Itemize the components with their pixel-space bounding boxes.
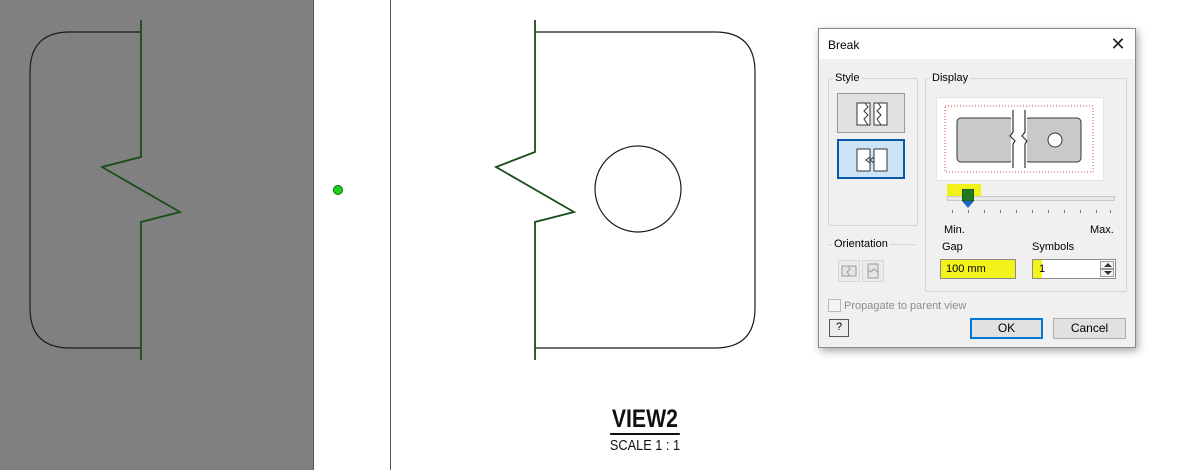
- symbols-label: Symbols: [1032, 241, 1075, 253]
- rectangular-style-button[interactable]: [837, 93, 905, 133]
- slider-min-label: Min.: [944, 224, 965, 236]
- cancel-button[interactable]: Cancel: [1053, 318, 1126, 339]
- break-preview: [936, 97, 1104, 181]
- spin-up-icon: [1104, 263, 1112, 267]
- horizontal-orientation-icon: [841, 265, 857, 277]
- horizontal-orientation-button[interactable]: [838, 260, 860, 282]
- view-title: VIEW2: [610, 405, 680, 435]
- gap-input[interactable]: 100 mm: [940, 259, 1016, 279]
- slider-max-label: Max.: [1090, 224, 1114, 236]
- symbols-increment-button[interactable]: [1100, 261, 1114, 269]
- ok-button[interactable]: OK: [970, 318, 1043, 339]
- help-icon: ?: [835, 321, 843, 333]
- break-dialog: Break ✕ Style Display Min. Max. Gap Symb…: [818, 28, 1136, 348]
- display-group-label: Display: [930, 72, 971, 84]
- dialog-titlebar[interactable]: Break ✕: [819, 29, 1135, 59]
- orientation-group-label: Orientation: [832, 238, 890, 250]
- left-part-outline: [29, 31, 140, 349]
- symbols-spinbox[interactable]: 1: [1032, 259, 1116, 279]
- close-button[interactable]: ✕: [1105, 32, 1131, 56]
- view-scale: SCALE 1 : 1: [609, 437, 681, 454]
- style-group-label: Style: [833, 72, 862, 84]
- structural-break-style-icon: [856, 148, 888, 172]
- symbols-value: 1: [1039, 263, 1046, 275]
- structural-style-button[interactable]: [837, 139, 905, 179]
- right-part-outline: [535, 31, 756, 349]
- right-break-line: [493, 20, 577, 360]
- hole-circle: [594, 145, 682, 233]
- gap-label: Gap: [942, 241, 963, 253]
- view-label: VIEW2 SCALE 1 : 1: [560, 405, 730, 454]
- left-break-line: [99, 20, 183, 360]
- propagate-row: Propagate to parent view: [828, 299, 966, 312]
- vertical-orientation-icon: [867, 263, 879, 279]
- style-group: Style: [828, 72, 918, 226]
- gap-slider-thumb[interactable]: [962, 189, 974, 209]
- break-grip-point[interactable]: [333, 185, 343, 195]
- break-preview-image: [944, 105, 1094, 173]
- propagate-label: Propagate to parent view: [844, 299, 967, 312]
- vertical-orientation-button[interactable]: [862, 260, 884, 282]
- rectangular-break-style-icon: [856, 102, 888, 126]
- spin-down-icon: [1104, 271, 1112, 275]
- help-button[interactable]: ?: [829, 319, 849, 337]
- slider-ticks: [952, 210, 1112, 214]
- dialog-title: Break: [828, 38, 860, 52]
- symbols-decrement-button[interactable]: [1100, 269, 1114, 277]
- close-icon: ✕: [1110, 33, 1126, 54]
- propagate-checkbox[interactable]: [828, 299, 841, 312]
